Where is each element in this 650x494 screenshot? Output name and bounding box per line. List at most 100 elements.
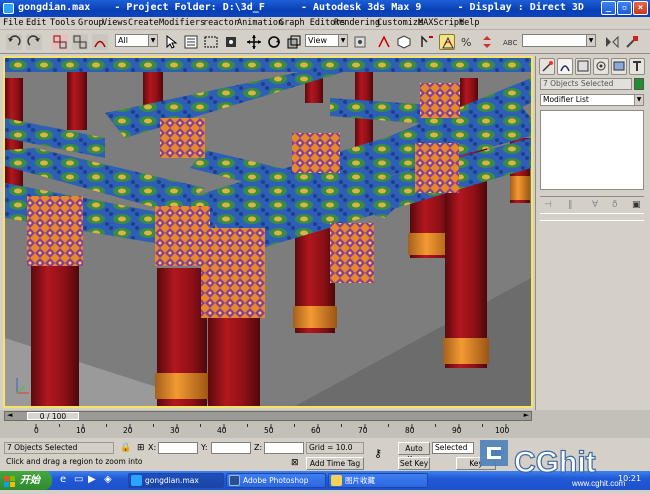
taskbar-item-label: 图片收藏 <box>345 476 375 485</box>
select-by-name-icon[interactable] <box>183 34 199 50</box>
window-title: gongdian.max - Project Folder: D:\3d_F -… <box>18 2 584 13</box>
time-slider-thumb[interactable]: 0 / 100 <box>27 412 79 420</box>
select-object-icon[interactable] <box>163 34 179 50</box>
track-tick-label: 50 <box>264 426 274 435</box>
percent-snap-icon[interactable]: % <box>459 34 475 50</box>
maximize-button[interactable]: ▫ <box>617 1 632 15</box>
watermark-brand: CGhit <box>514 446 596 479</box>
spinner-snap-icon[interactable] <box>479 34 495 50</box>
start-button[interactable]: 开始 <box>0 471 52 490</box>
selection-filter-dropdown[interactable]: All ▼ <box>115 34 158 47</box>
menu-modifiers[interactable]: Modifiers <box>159 18 205 28</box>
y-coordinate-field[interactable] <box>211 442 251 454</box>
z-coordinate-field[interactable] <box>264 442 304 454</box>
menu-views[interactable]: Views <box>102 18 128 28</box>
named-selection-dropdown[interactable]: ▼ <box>522 34 596 47</box>
named-selection-set-icon[interactable]: ABC <box>502 34 518 50</box>
taskbar-item-3dsmax[interactable]: gongdian.max <box>128 473 224 488</box>
snap-toggle-icon[interactable] <box>419 34 435 50</box>
lock-selection-icon[interactable]: 🔒 <box>120 443 131 453</box>
3dsmax-icon <box>131 475 142 486</box>
align-icon[interactable] <box>624 34 640 50</box>
reference-coord-value: View <box>308 36 327 45</box>
menu-tools[interactable]: Tools <box>50 18 76 28</box>
modifier-list-label: Modifier List <box>543 95 589 104</box>
scale-icon[interactable] <box>286 34 302 50</box>
start-label: 开始 <box>20 475 40 486</box>
menu-edit[interactable]: Edit <box>26 18 46 28</box>
set-key-mode-icon[interactable]: ⚷ <box>374 447 382 460</box>
angle-snap-icon[interactable] <box>439 34 455 50</box>
menu-rendering[interactable]: Rendering <box>334 18 380 28</box>
key-mode-dropdown[interactable]: Selected <box>432 442 474 454</box>
pin-stack-icon[interactable]: ⊣ <box>544 200 552 210</box>
auto-key-button[interactable]: Auto Key <box>398 442 430 464</box>
rotate-icon[interactable] <box>266 34 282 50</box>
modify-tab-icon[interactable] <box>557 58 573 75</box>
menu-animation[interactable]: Animation <box>237 18 283 28</box>
quicklaunch-media-icon[interactable]: ▶ <box>88 474 96 485</box>
close-button[interactable]: × <box>633 1 648 15</box>
mirror-icon[interactable] <box>604 34 620 50</box>
bind-space-warp-icon[interactable] <box>92 34 108 50</box>
window-crossing-icon[interactable] <box>223 34 239 50</box>
make-unique-icon[interactable]: ∀ <box>592 200 598 210</box>
modifier-list-dropdown[interactable]: Modifier List ▼ <box>540 94 644 106</box>
menu-maxscript[interactable]: MAXScript <box>418 18 464 28</box>
reference-coord-dropdown[interactable]: View ▼ <box>305 34 348 47</box>
motion-tab-icon[interactable] <box>593 58 609 75</box>
move-icon[interactable] <box>246 34 262 50</box>
absolute-mode-icon[interactable]: ⊞ <box>137 443 145 453</box>
main-toolbar: All ▼ View ▼ % ABC ▼ <box>0 30 650 54</box>
show-end-result-icon[interactable]: ‖ <box>568 200 573 210</box>
menu-group[interactable]: Group <box>78 18 104 28</box>
menu-customize[interactable]: Customize <box>377 18 423 28</box>
unlink-icon[interactable] <box>72 34 88 50</box>
svg-text:ABC: ABC <box>503 39 517 47</box>
rectangular-selection-icon[interactable] <box>203 34 219 50</box>
taskbar-item-pictures[interactable]: 图片收藏 <box>328 473 428 488</box>
quicklaunch-ie-icon[interactable]: e <box>60 474 66 485</box>
undo-icon[interactable] <box>6 34 22 50</box>
menu-create[interactable]: Create <box>128 18 159 28</box>
select-manipulate-icon[interactable] <box>376 34 392 50</box>
minimize-button[interactable]: _ <box>601 1 616 15</box>
prev-frame-icon[interactable]: ◄ <box>7 411 12 419</box>
perspective-viewport[interactable] <box>3 56 533 408</box>
track-tick-label: 10 <box>76 426 86 435</box>
selection-name-field[interactable]: 7 Objects Selected <box>540 78 632 90</box>
x-coordinate-field[interactable] <box>158 442 198 454</box>
track-bar[interactable]: 0 10 20 30 40 50 60 70 80 90 100 <box>4 424 532 437</box>
keyboard-shortcut-icon[interactable] <box>396 34 412 50</box>
configure-sets-icon[interactable]: ▣ <box>632 200 641 210</box>
select-and-link-icon[interactable] <box>52 34 68 50</box>
object-color-swatch[interactable] <box>634 78 644 90</box>
photoshop-icon <box>229 475 240 486</box>
menu-help[interactable]: Help <box>459 18 479 28</box>
create-tab-icon[interactable] <box>539 58 555 75</box>
time-tag-icon[interactable]: ⊠ <box>291 458 299 468</box>
quicklaunch-extra-icon[interactable]: ◈ <box>104 474 112 485</box>
time-slider[interactable]: 0 / 100 ◄ ► <box>4 411 532 421</box>
watermark-url: www.cghit.com <box>571 479 626 488</box>
redo-icon[interactable] <box>26 34 42 50</box>
chevron-down-icon: ▼ <box>586 35 595 46</box>
utilities-tab-icon[interactable] <box>629 58 645 75</box>
menu-file[interactable]: File <box>3 18 23 28</box>
taskbar-item-photoshop[interactable]: Adobe Photoshop <box>226 473 326 488</box>
next-frame-icon[interactable]: ► <box>524 411 529 419</box>
display-tab-icon[interactable] <box>611 58 627 75</box>
add-time-tag-button[interactable]: Add Time Tag <box>306 457 364 470</box>
modifier-stack[interactable] <box>540 110 644 190</box>
app-icon[interactable] <box>3 3 14 14</box>
folder-icon <box>331 475 342 486</box>
scene-render <box>5 58 531 406</box>
set-key-button[interactable]: Set Key <box>398 457 430 470</box>
track-tick-label: 30 <box>170 426 180 435</box>
menu-reactor[interactable]: reactor <box>203 18 239 28</box>
pivot-center-icon[interactable] <box>352 34 368 50</box>
prompt-line: Click and drag a region to zoom into <box>4 457 204 469</box>
hierarchy-tab-icon[interactable] <box>575 58 591 75</box>
remove-modifier-icon[interactable]: ð <box>612 200 618 210</box>
quicklaunch-desktop-icon[interactable]: ▭ <box>74 474 83 485</box>
